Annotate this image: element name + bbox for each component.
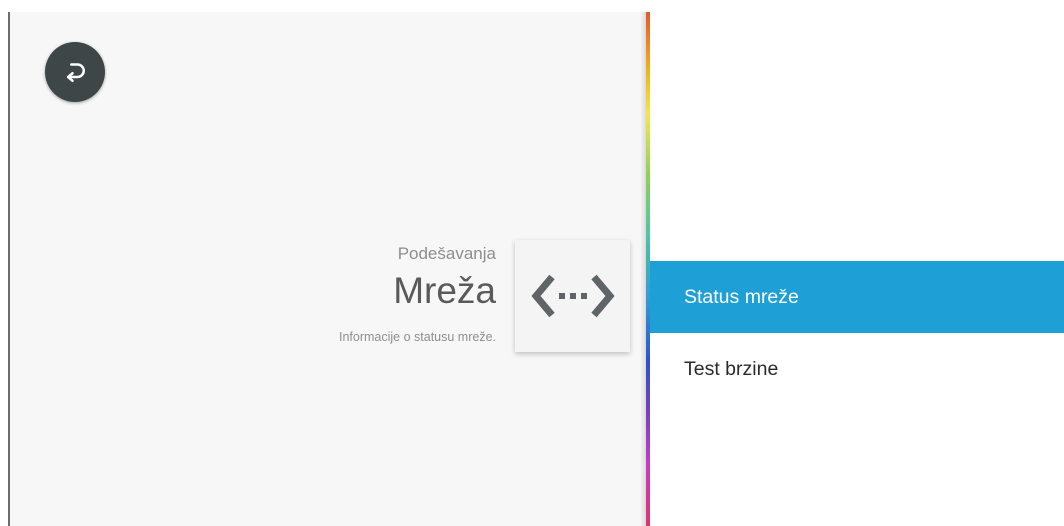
menu-item-test-brzine[interactable]: Test brzine (650, 333, 1064, 405)
menu-item-status-mreze[interactable]: Status mreže (650, 261, 1064, 333)
menu-item-label: Test brzine (684, 357, 779, 380)
back-button[interactable] (45, 42, 105, 102)
network-icon (530, 271, 616, 321)
back-icon (60, 57, 90, 87)
breadcrumb: Podešavanja (397, 244, 496, 263)
menu-item-label: Status mreže (684, 285, 799, 308)
page-description: Informacije o statusu mreže. (338, 330, 496, 344)
network-icon-tile (515, 240, 630, 352)
page-title: Mreža (393, 270, 496, 311)
left-edge-border (8, 12, 10, 526)
